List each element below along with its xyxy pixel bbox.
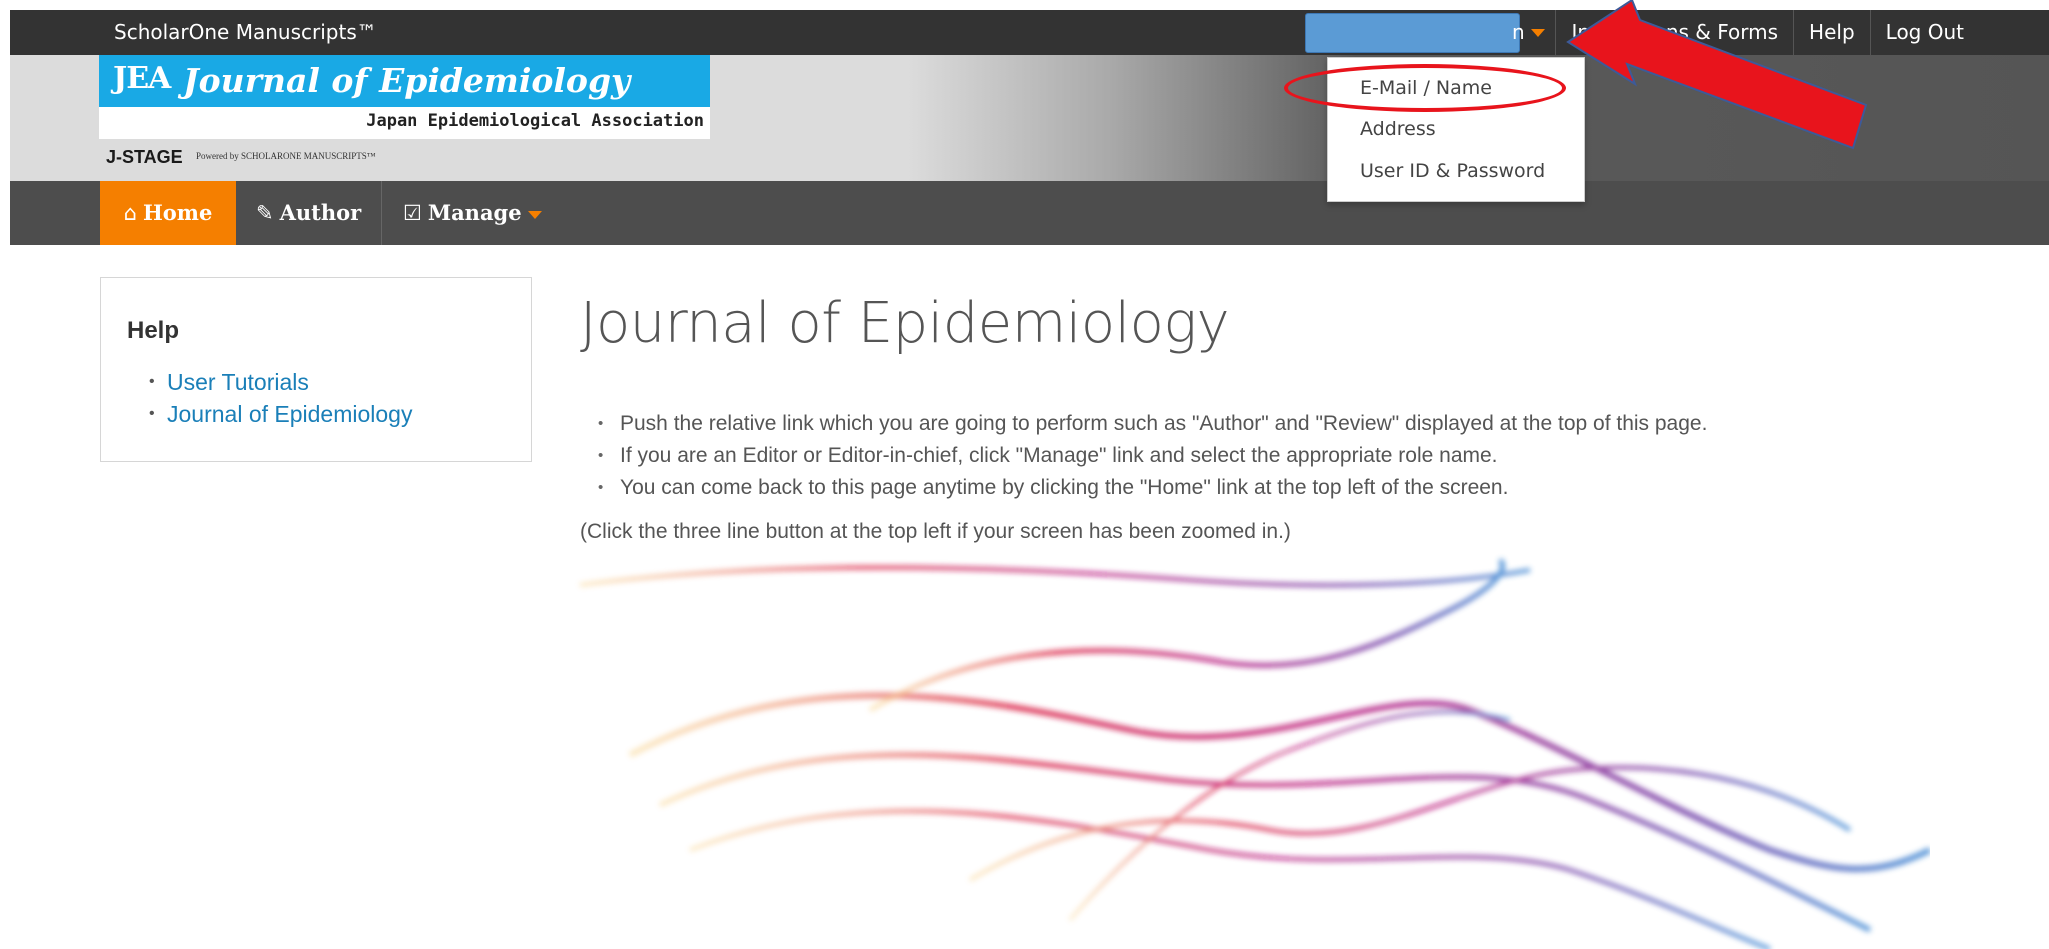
home-icon: ⌂ <box>123 201 137 225</box>
check-square-icon: ☑ <box>403 201 422 225</box>
nav-author[interactable]: ✎ Author <box>236 181 383 245</box>
main-nav: ⌂ Home ✎ Author ☑ Manage <box>10 181 2049 245</box>
journal-logo[interactable]: JEA Journal of Epidemiology <box>99 55 710 107</box>
powered-by: Powered by SCHOLARONE MANUSCRIPTS™ <box>196 151 376 161</box>
jstage-logo: J-STAGE <box>106 147 183 167</box>
annotation-ellipse <box>1284 64 1566 112</box>
log-out-link[interactable]: Log Out <box>1869 10 1979 55</box>
menu-item-userid-password[interactable]: User ID & Password <box>1360 160 1545 182</box>
journal-link[interactable]: Journal of Epidemiology <box>149 398 412 430</box>
brand-name: ScholarOne Manuscripts™ <box>114 20 377 44</box>
user-name-redacted[interactable] <box>1305 13 1520 53</box>
logo-association-strip: Japan Epidemiological Association <box>99 107 710 139</box>
help-links: User Tutorials Journal of Epidemiology <box>149 366 412 430</box>
help-panel: Help User Tutorials Journal of Epidemiol… <box>100 277 532 462</box>
user-menu-tail[interactable]: n <box>1512 10 1525 55</box>
page-title: Journal of Epidemiology <box>580 291 1230 356</box>
instructions-list: Push the relative link which you are goi… <box>598 408 1707 504</box>
user-tutorials-link[interactable]: User Tutorials <box>149 366 412 398</box>
nav-manage[interactable]: ☑ Manage <box>383 181 562 245</box>
logo-association: Japan Epidemiological Association <box>366 111 704 131</box>
chevron-down-icon[interactable] <box>1531 29 1545 37</box>
nav-author-label: Author <box>279 200 362 225</box>
nav-home[interactable]: ⌂ Home <box>100 181 236 245</box>
zoom-note: (Click the three line button at the top … <box>580 520 1291 543</box>
nav-home-label: Home <box>142 200 213 225</box>
menu-item-address[interactable]: Address <box>1360 118 1436 140</box>
instruction-item: If you are an Editor or Editor-in-chief,… <box>598 440 1707 472</box>
instruction-item: You can come back to this page anytime b… <box>598 472 1707 504</box>
annotation-arrow <box>1566 0 1868 150</box>
help-title: Help <box>127 317 180 344</box>
instruction-item: Push the relative link which you are goi… <box>598 408 1707 440</box>
logo-abbrev: JEA <box>113 61 171 96</box>
decorative-smoke-image <box>579 558 1930 949</box>
pencil-icon: ✎ <box>256 201 274 225</box>
chevron-down-icon <box>527 210 542 219</box>
logo-title: Journal of Epidemiology <box>183 61 631 100</box>
nav-manage-label: Manage <box>427 200 522 225</box>
